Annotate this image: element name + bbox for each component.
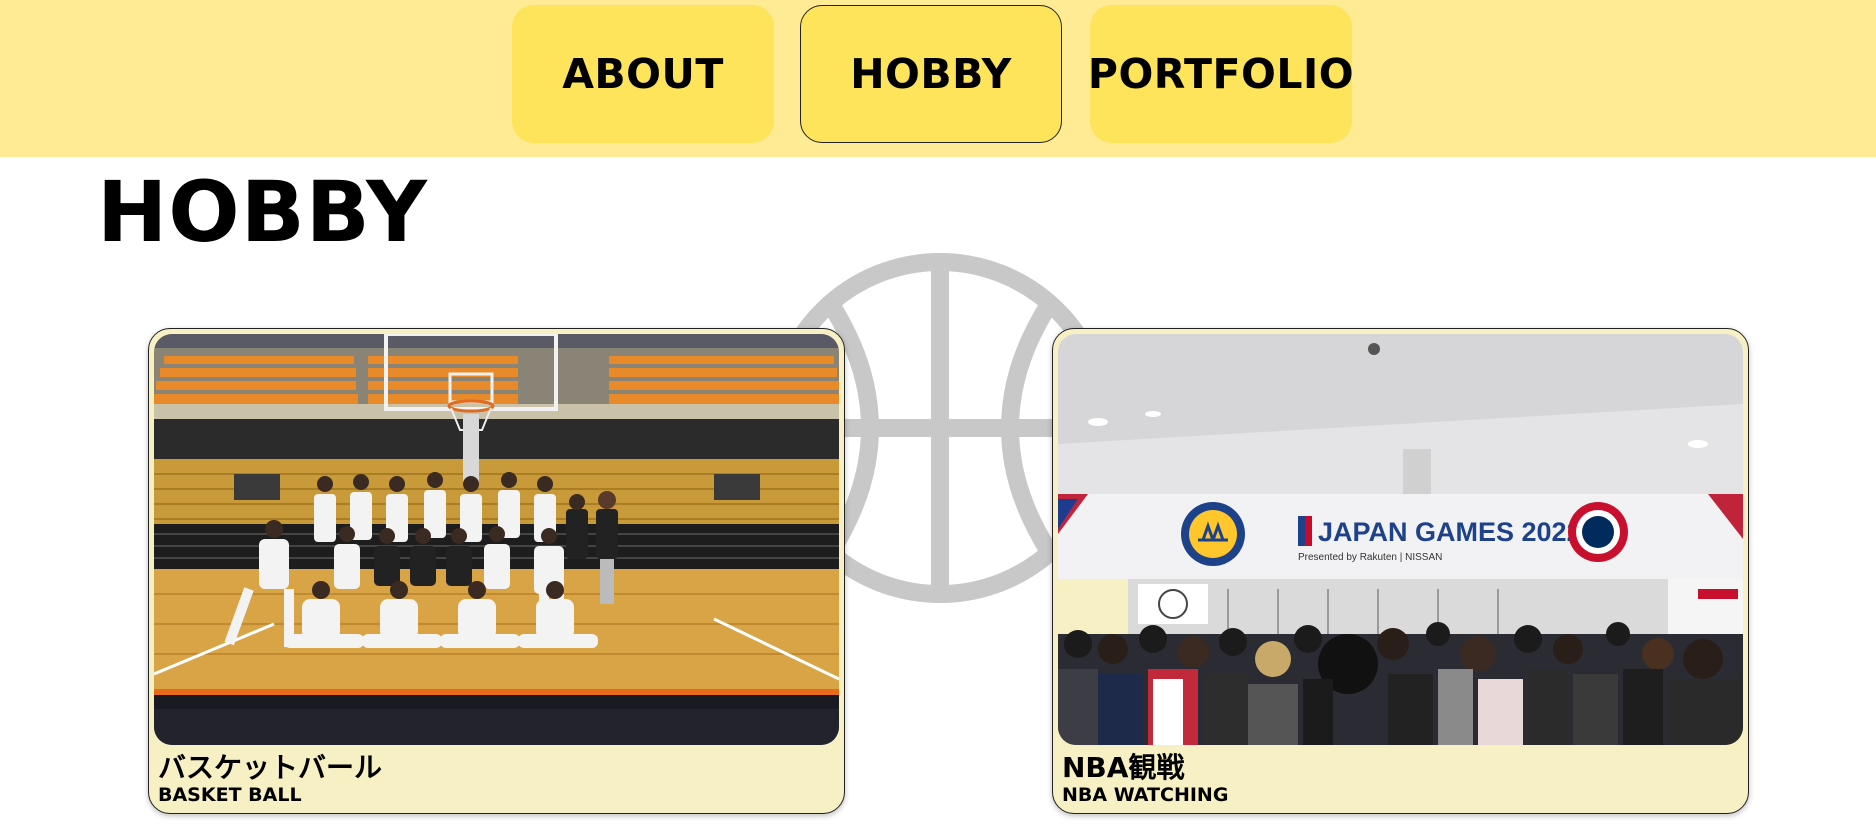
nav-hobby-button[interactable]: HOBBY: [800, 5, 1062, 143]
nav-portfolio-button[interactable]: PORTFOLIO: [1088, 5, 1354, 143]
card-title-basketball: バスケットバール: [158, 751, 383, 784]
nba-japan-games-photo-image: JAPAN GAMES 2022 Presented by Rakuten | …: [1058, 334, 1743, 745]
japan-games-banner-text: JAPAN GAMES 2022: [1318, 517, 1582, 547]
card-subtitle-basketball: BASKET BALL: [158, 784, 302, 806]
nav-about-button[interactable]: ABOUT: [512, 5, 774, 143]
basketball-team-photo: [154, 334, 839, 745]
basketball-team-photo-image: [154, 334, 839, 745]
hobby-card-nba-watching[interactable]: JAPAN GAMES 2022 Presented by Rakuten | …: [1052, 328, 1749, 814]
hobby-page: ABOUT HOBBY PORTFOLIO HOBBY バスケットバール BAS…: [0, 0, 1876, 838]
hobby-card-basketball[interactable]: バスケットバール BASKET BALL: [148, 328, 845, 814]
card-subtitle-nba-watching: NBA WATCHING: [1062, 784, 1229, 806]
card-title-nba-watching: NBA観戦: [1062, 751, 1185, 784]
header-nav: ABOUT HOBBY PORTFOLIO: [0, 0, 1876, 157]
nba-japan-games-photo: JAPAN GAMES 2022 Presented by Rakuten | …: [1058, 334, 1743, 745]
japan-games-presented-text: Presented by Rakuten | NISSAN: [1298, 552, 1442, 563]
page-title: HOBBY: [97, 163, 428, 261]
